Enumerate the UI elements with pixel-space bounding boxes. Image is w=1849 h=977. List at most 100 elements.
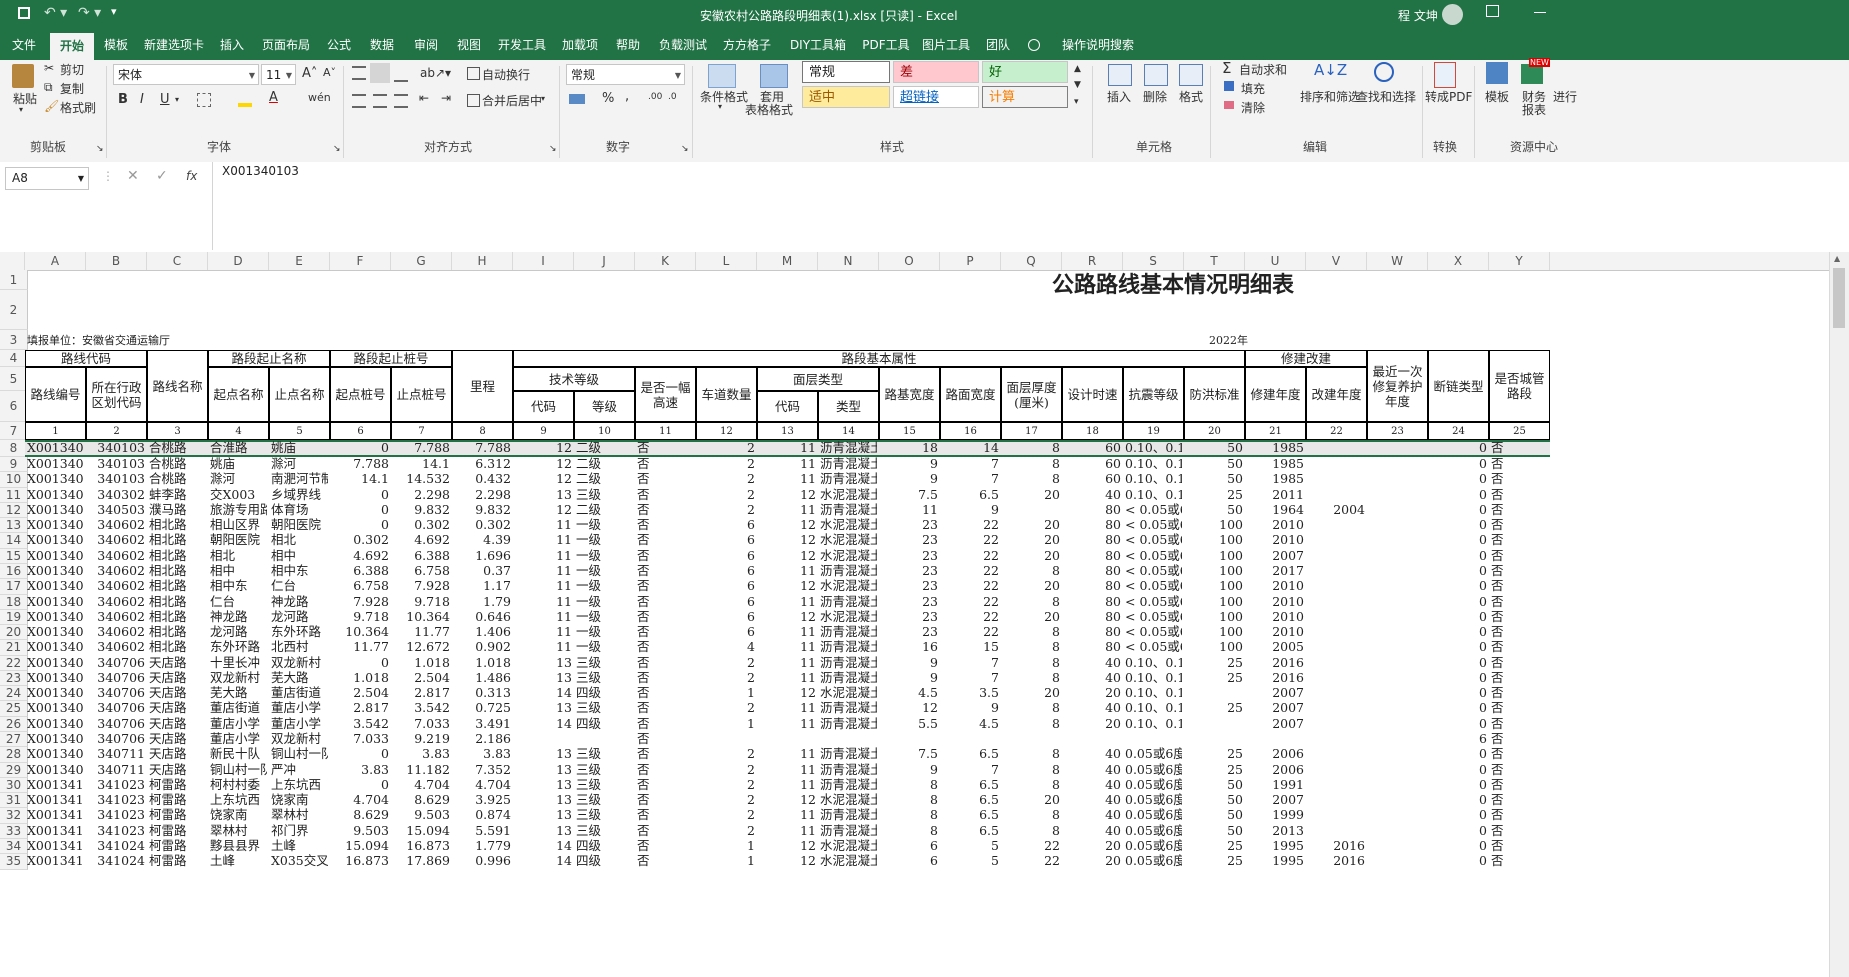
- table-cell[interactable]: 7.788: [454, 439, 511, 456]
- pdf-icon[interactable]: [1434, 62, 1456, 88]
- table-cell[interactable]: [1186, 731, 1243, 746]
- table-cell[interactable]: X0013406C: [27, 594, 84, 609]
- row-header[interactable]: 14: [0, 533, 28, 549]
- table-cell[interactable]: 11.77: [393, 624, 450, 639]
- table-cell[interactable]: X0013410Z: [27, 838, 84, 853]
- table-cell[interactable]: 否: [1491, 746, 1548, 761]
- align-center-icon[interactable]: [373, 94, 387, 108]
- table-cell[interactable]: X0013406C: [27, 578, 84, 593]
- delete-cells-button[interactable]: 删除: [1143, 88, 1167, 105]
- insert-cells-button[interactable]: 插入: [1107, 88, 1131, 105]
- table-cell[interactable]: 否: [1491, 517, 1548, 532]
- table-cell[interactable]: [1369, 700, 1426, 715]
- table-cell[interactable]: 8: [1003, 670, 1060, 685]
- table-cell[interactable]: 2: [698, 439, 755, 456]
- table-cell[interactable]: X0013407C: [27, 716, 84, 731]
- table-cell[interactable]: 二级: [576, 456, 633, 471]
- table-cell[interactable]: 12: [759, 792, 816, 807]
- table-cell[interactable]: 11.77: [332, 639, 389, 654]
- table-cell[interactable]: 2004: [1308, 502, 1365, 517]
- table-cell[interactable]: 6.5: [942, 746, 999, 761]
- table-cell[interactable]: 龙河路: [271, 609, 328, 624]
- save-icon[interactable]: [18, 7, 30, 19]
- delete-cells-icon[interactable]: [1144, 64, 1168, 86]
- align-bottom-icon[interactable]: [394, 70, 408, 82]
- table-cell[interactable]: X0013407I: [27, 746, 84, 761]
- table-cell[interactable]: [1369, 502, 1426, 517]
- table-cell[interactable]: [1369, 853, 1426, 868]
- table-cell[interactable]: 否: [637, 502, 694, 517]
- table-cell[interactable]: 7: [942, 655, 999, 670]
- table-cell[interactable]: 0.05或6度: [1125, 762, 1182, 777]
- tab-file[interactable]: 文件: [3, 30, 45, 60]
- table-cell[interactable]: 18: [881, 439, 938, 456]
- table-cell[interactable]: 否: [637, 777, 694, 792]
- table-cell[interactable]: 2.817: [393, 685, 450, 700]
- table-cell[interactable]: [1369, 532, 1426, 547]
- table-cell[interactable]: 2.186: [454, 731, 511, 746]
- tab-help[interactable]: 帮助: [610, 30, 646, 60]
- table-cell[interactable]: 否: [637, 639, 694, 654]
- table-cell[interactable]: 否: [637, 838, 694, 853]
- decrease-decimal-icon[interactable]: .0: [668, 92, 677, 102]
- table-cell[interactable]: 否: [637, 746, 694, 761]
- table-cell[interactable]: 12: [759, 838, 816, 853]
- table-cell[interactable]: 沥青混凝土: [820, 594, 877, 609]
- table-cell[interactable]: 神龙路: [271, 594, 328, 609]
- table-cell[interactable]: 乡域界线: [271, 487, 328, 502]
- table-cell[interactable]: 23: [881, 532, 938, 547]
- table-cell[interactable]: 1.17: [454, 578, 511, 593]
- row-header[interactable]: 13: [0, 518, 28, 534]
- table-cell[interactable]: 十里长冲: [210, 655, 267, 670]
- table-cell[interactable]: 0: [1430, 853, 1487, 868]
- table-cell[interactable]: 11: [759, 439, 816, 456]
- table-cell[interactable]: [1369, 578, 1426, 593]
- table-cell[interactable]: [1369, 563, 1426, 578]
- table-cell[interactable]: < 0.05或6: [1125, 594, 1182, 609]
- table-cell[interactable]: 否: [637, 685, 694, 700]
- table-cell[interactable]: [1003, 502, 1060, 517]
- autosum-icon[interactable]: Σ: [1222, 59, 1231, 77]
- wrap-text-button[interactable]: 自动换行: [482, 66, 530, 83]
- alignment-launcher-icon[interactable]: ↘: [549, 144, 557, 154]
- table-cell[interactable]: 龙河路: [210, 624, 267, 639]
- table-cell[interactable]: 0.05或6度: [1125, 746, 1182, 761]
- table-cell[interactable]: 0: [332, 746, 389, 761]
- row-header[interactable]: 2: [0, 290, 28, 330]
- table-cell[interactable]: [881, 731, 938, 746]
- tab-view[interactable]: 视图: [451, 30, 487, 60]
- row-header[interactable]: 22: [0, 655, 28, 671]
- table-cell[interactable]: 6.5: [942, 487, 999, 502]
- table-cell[interactable]: 否: [637, 563, 694, 578]
- table-cell[interactable]: 否: [1491, 532, 1548, 547]
- table-cell[interactable]: 20: [1003, 487, 1060, 502]
- insert-cells-icon[interactable]: [1108, 64, 1132, 86]
- table-cell[interactable]: 0: [1430, 609, 1487, 624]
- table-cell[interactable]: 3.83: [332, 762, 389, 777]
- fill-button[interactable]: 填充: [1241, 80, 1265, 97]
- table-cell[interactable]: 姚庙: [210, 456, 267, 471]
- paste-dropdown-icon[interactable]: ▾: [19, 105, 23, 114]
- table-cell[interactable]: 13: [515, 807, 572, 822]
- table-cell[interactable]: 11: [759, 655, 816, 670]
- table-cell[interactable]: 8: [1003, 655, 1060, 670]
- table-cell[interactable]: 23: [881, 563, 938, 578]
- table-cell[interactable]: 0: [1430, 548, 1487, 563]
- table-cell[interactable]: 11: [515, 578, 572, 593]
- table-cell[interactable]: [1369, 792, 1426, 807]
- table-cell[interactable]: 董店街道: [271, 685, 328, 700]
- table-cell[interactable]: 0: [1430, 487, 1487, 502]
- table-cell[interactable]: 沥青混凝土: [820, 563, 877, 578]
- table-cell[interactable]: 2: [698, 746, 755, 761]
- table-cell[interactable]: 40: [1064, 670, 1121, 685]
- table-cell[interactable]: 22: [942, 624, 999, 639]
- bold-button[interactable]: B: [118, 92, 128, 107]
- table-cell[interactable]: 相北路: [149, 532, 206, 547]
- format-cells-button[interactable]: 格式: [1179, 88, 1203, 105]
- cut-icon[interactable]: ✂: [44, 61, 54, 75]
- table-cell[interactable]: 天店路: [149, 685, 206, 700]
- fill-icon[interactable]: [1224, 81, 1234, 91]
- table-cell[interactable]: 2013: [1247, 823, 1304, 838]
- table-cell[interactable]: 15.094: [332, 838, 389, 853]
- table-cell[interactable]: 滁河: [271, 456, 328, 471]
